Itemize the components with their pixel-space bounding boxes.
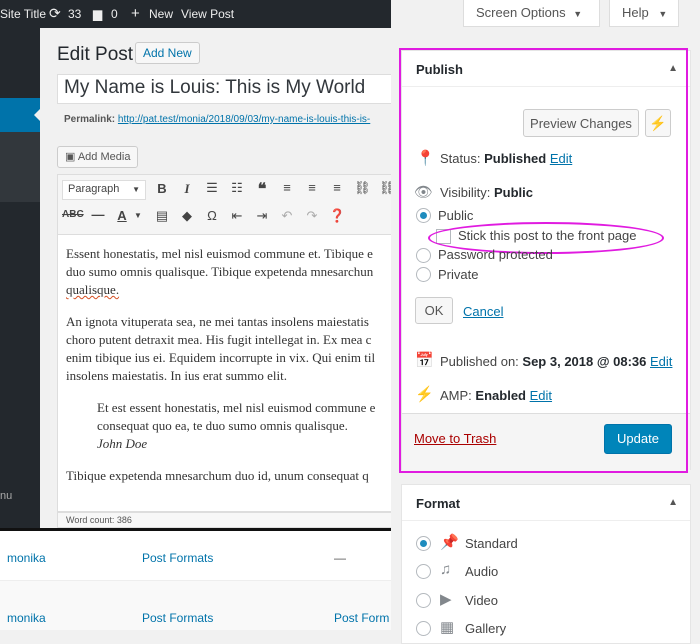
redo-icon[interactable]: ↷ <box>304 208 320 224</box>
format-box: Format ▲ 📌 Standard ♫ Audio ▶ Video ▦ Ga… <box>401 484 691 644</box>
highlight-rectangle <box>399 48 688 473</box>
view-post-link[interactable]: View Post <box>181 7 234 21</box>
editor-area: Edit Post Add New My Name is Louis: This… <box>40 28 391 528</box>
bold-icon[interactable]: B <box>154 181 170 196</box>
new-link[interactable]: New <box>149 7 173 21</box>
format-box-title: Format <box>416 496 461 511</box>
admin-bar: Site Title ⟳ 33 ▆ 0 + New View Post <box>0 0 391 28</box>
format-video-label: Video <box>465 593 499 608</box>
add-new-button[interactable]: Add New <box>135 42 200 64</box>
paragraph-line: Tibique expetenda mnesarchum duo id, unu… <box>66 468 369 483</box>
paragraph-line: insolens maiestatis. In ius erat summo e… <box>66 368 287 383</box>
media-icon: ▣ <box>65 151 78 163</box>
paragraph-line: duo sumo omnis qualisque. Tibique expete… <box>66 264 374 279</box>
quote-author: John Doe <box>97 436 148 451</box>
quote-line: consequat quo ea, te duo sumo omnis qual… <box>97 418 348 433</box>
author-link[interactable]: monika <box>7 551 46 565</box>
chevron-down-icon: ▼ <box>132 185 140 194</box>
audio-icon: ♫ <box>440 561 452 578</box>
blockquote: Et est essent honestatis, mel nisl euism… <box>66 399 391 453</box>
permalink-url[interactable]: http://pat.test/monia/2018/09/03/my-name… <box>118 114 370 125</box>
help-label: Help <box>622 5 649 20</box>
submenu[interactable] <box>0 132 40 202</box>
paragraph: An ignota vituperata sea, ne mei tantas … <box>66 313 391 385</box>
unlink-icon[interactable]: ⛓ <box>379 180 391 196</box>
paragraph-line: qualisque. <box>66 282 120 297</box>
word-count: Word count: 386 <box>57 512 391 528</box>
bullet-list-icon[interactable]: ☰ <box>204 180 220 196</box>
paragraph-line: choro putent detraxit mea. His fugit int… <box>66 332 372 347</box>
table-row[interactable]: monika Post Formats — <box>0 531 391 581</box>
text-color-dropdown-icon[interactable]: ▼ <box>130 211 146 220</box>
category-link[interactable]: Post Formats <box>142 611 213 625</box>
paragraph-line: Essent honestatis, mel nisl euismod comm… <box>66 246 373 261</box>
editor-toolbar: Paragraph ▼ B I ☰ ☷ ❝ ≡ ≡ ≡ ⛓ ⛓ ABC — A … <box>57 174 391 234</box>
italic-icon[interactable]: I <box>179 181 195 197</box>
add-media-button[interactable]: ▣ Add Media <box>57 146 139 168</box>
menu-item-posts[interactable] <box>0 98 41 132</box>
text-color-icon[interactable]: A <box>114 208 130 223</box>
author-link[interactable]: monika <box>7 611 46 625</box>
collapse-arrow-icon[interactable]: ▲ <box>668 497 678 508</box>
comments-count[interactable]: 0 <box>111 7 118 21</box>
page-title: Edit Post <box>57 44 134 65</box>
paragraph-line: enim tibique ius ei. Equidem incorrupte … <box>66 350 376 365</box>
special-character-icon[interactable]: Ω <box>204 208 220 223</box>
paste-text-icon[interactable]: ▤ <box>154 208 170 224</box>
format-box-header[interactable]: Format ▲ <box>402 485 690 521</box>
tags-cell: — <box>334 551 346 565</box>
format-select-value: Paragraph <box>68 183 120 195</box>
gallery-icon: ▦ <box>440 619 455 636</box>
link-icon[interactable]: ⛓ <box>354 180 371 196</box>
clear-formatting-icon[interactable]: ◆ <box>179 208 195 224</box>
screen-options-button[interactable]: Screen Options ▼ <box>463 0 600 27</box>
post-content[interactable]: Essent honestatis, mel nisl euismod comm… <box>57 234 391 512</box>
category-link[interactable]: Post Formats <box>142 551 213 565</box>
format-standard-label: Standard <box>465 536 518 551</box>
chevron-down-icon: ▼ <box>658 9 668 19</box>
paragraph: Essent honestatis, mel nisl euismod comm… <box>66 245 391 299</box>
format-audio-label: Audio <box>465 564 499 579</box>
outdent-icon[interactable]: ⇤ <box>229 208 245 224</box>
align-right-icon[interactable]: ≡ <box>329 180 345 195</box>
format-video-radio[interactable] <box>416 593 431 608</box>
posts-list: monika Post Formats — monika Post Format… <box>0 531 391 630</box>
sidebar-metaboxes: Screen Options ▼ Help ▼ Publish ▲ Previe… <box>391 0 700 644</box>
strikethrough-icon[interactable]: ABC <box>62 209 84 220</box>
permalink: Permalink: http://pat.test/monia/2018/09… <box>64 114 370 125</box>
updates-count[interactable]: 33 <box>68 7 81 21</box>
post-title-input[interactable]: My Name is Louis: This is My World <box>57 74 391 104</box>
permalink-label: Permalink: <box>64 114 116 125</box>
format-audio-radio[interactable] <box>416 564 431 579</box>
format-gallery-radio[interactable] <box>416 621 431 636</box>
format-standard-radio[interactable] <box>416 536 431 551</box>
collapse-menu-label[interactable]: nu <box>0 490 12 502</box>
undo-icon[interactable]: ↶ <box>279 208 295 224</box>
video-icon: ▶ <box>440 591 452 608</box>
table-row[interactable]: monika Post Formats Post Form <box>0 581 391 630</box>
align-left-icon[interactable]: ≡ <box>279 180 295 195</box>
align-center-icon[interactable]: ≡ <box>304 180 320 195</box>
plus-icon[interactable]: + <box>131 5 140 22</box>
pin-icon: 📌 <box>440 534 459 551</box>
format-gallery-label: Gallery <box>465 621 507 636</box>
format-select[interactable]: Paragraph ▼ <box>62 180 146 200</box>
quote-line: Et est essent honestatis, mel nisl euism… <box>97 400 376 415</box>
add-media-label: Add Media <box>77 151 131 163</box>
admin-menu: nu <box>0 28 41 528</box>
site-title-link[interactable]: Site Title <box>0 7 46 21</box>
comments-icon[interactable]: ▆ <box>93 7 102 21</box>
blockquote-icon[interactable]: ❝ <box>254 179 270 199</box>
horizontal-line-icon[interactable]: — <box>90 207 106 222</box>
indent-icon[interactable]: ⇥ <box>254 208 270 224</box>
paragraph: Tibique expetenda mnesarchum duo id, unu… <box>66 467 391 485</box>
help-button[interactable]: Help ▼ <box>609 0 679 27</box>
numbered-list-icon[interactable]: ☷ <box>229 180 245 196</box>
screen-options-label: Screen Options <box>476 5 566 20</box>
tag-link[interactable]: Post Form <box>334 611 389 625</box>
updates-icon[interactable]: ⟳ <box>49 5 61 22</box>
chevron-down-icon: ▼ <box>573 9 583 19</box>
paragraph-line: An ignota vituperata sea, ne mei tantas … <box>66 314 369 329</box>
help-icon[interactable]: ❓ <box>329 208 345 224</box>
